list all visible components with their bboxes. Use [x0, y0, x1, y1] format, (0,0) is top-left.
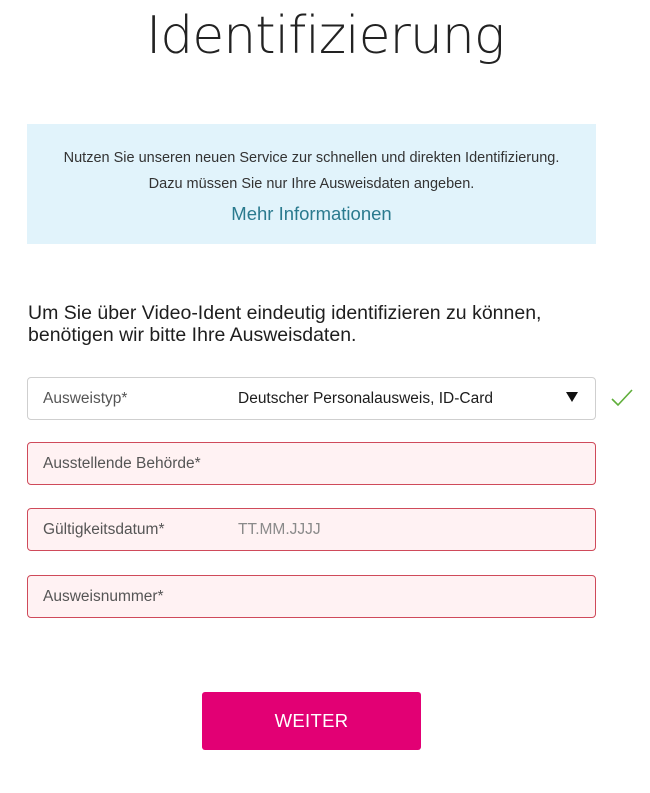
id-type-label: Ausweistyp*	[43, 389, 128, 407]
validity-date-label: Gültigkeitsdatum*	[43, 520, 165, 538]
weiter-button[interactable]: WEITER	[202, 692, 421, 750]
id-number-label: Ausweisnummer*	[43, 587, 164, 605]
info-text-line-1: Nutzen Sie unseren neuen Service zur sch…	[63, 150, 560, 166]
intro-text: Um Sie über Video-Ident eindeutig identi…	[28, 302, 542, 346]
checkmark-icon	[611, 389, 633, 407]
authority-field[interactable]: Ausstellende Behörde*	[27, 442, 596, 485]
id-number-field[interactable]: Ausweisnummer*	[27, 575, 596, 618]
authority-label: Ausstellende Behörde*	[43, 454, 201, 472]
id-type-value: Deutscher Personalausweis, ID-Card	[238, 389, 493, 407]
validity-date-field[interactable]: Gültigkeitsdatum* TT.MM.JJJJ	[27, 508, 596, 551]
more-info-link[interactable]: Mehr Informationen	[231, 203, 391, 225]
info-text-line-2: Dazu müssen Sie nur Ihre Ausweisdaten an…	[148, 176, 475, 192]
page-title: Identifizierung	[145, 6, 505, 66]
id-type-select[interactable]: Ausweistyp* Deutscher Personalausweis, I…	[27, 377, 596, 420]
validity-date-placeholder: TT.MM.JJJJ	[238, 520, 321, 538]
info-box: Nutzen Sie unseren neuen Service zur sch…	[27, 124, 596, 244]
chevron-down-icon[interactable]	[566, 392, 578, 402]
